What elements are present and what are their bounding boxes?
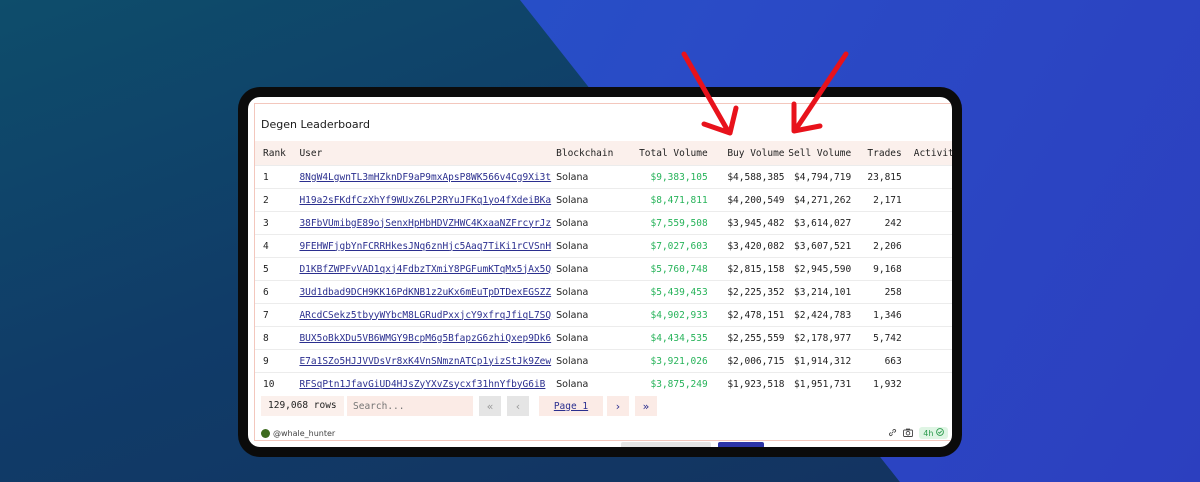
arrow-to-sell-volume <box>791 51 849 134</box>
annotation-arrows <box>681 51 849 136</box>
arrow-to-buy-volume <box>681 51 739 136</box>
